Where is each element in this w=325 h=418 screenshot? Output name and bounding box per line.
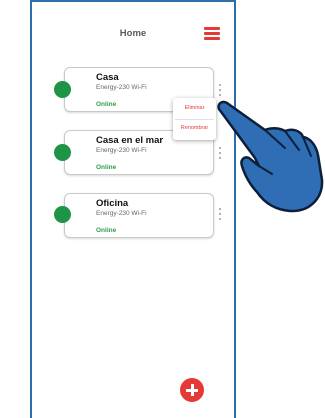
device-name: Oficina — [96, 198, 129, 209]
device-context-menu: Eliminar Renombrar — [173, 98, 216, 140]
device-status: Online — [96, 227, 117, 234]
menu-item-eliminar[interactable]: Eliminar — [173, 105, 216, 111]
online-status-dot-icon — [54, 144, 71, 161]
hamburger-menu-icon[interactable] — [204, 27, 220, 40]
device-model: Energy-230 Wi-Fi — [96, 147, 147, 154]
device-status: Online — [96, 101, 117, 108]
device-model: Energy-230 Wi-Fi — [96, 84, 147, 91]
device-status: Online — [96, 164, 117, 171]
device-name: Casa — [96, 72, 119, 83]
hand-pointer-icon — [217, 100, 324, 213]
device-card-oficina[interactable]: Oficina Energy-230 Wi-Fi Online — [64, 193, 214, 238]
device-name: Casa en el mar — [96, 135, 164, 146]
phone-screen: Home Casa Energy-230 Wi-Fi Online Casa e… — [30, 0, 236, 418]
online-status-dot-icon — [54, 81, 71, 98]
kebab-menu-icon[interactable] — [218, 84, 222, 98]
online-status-dot-icon — [54, 206, 71, 223]
menu-divider — [175, 119, 214, 120]
add-device-button[interactable] — [180, 378, 204, 402]
menu-item-renombrar[interactable]: Renombrar — [173, 125, 216, 131]
device-model: Energy-230 Wi-Fi — [96, 210, 147, 217]
